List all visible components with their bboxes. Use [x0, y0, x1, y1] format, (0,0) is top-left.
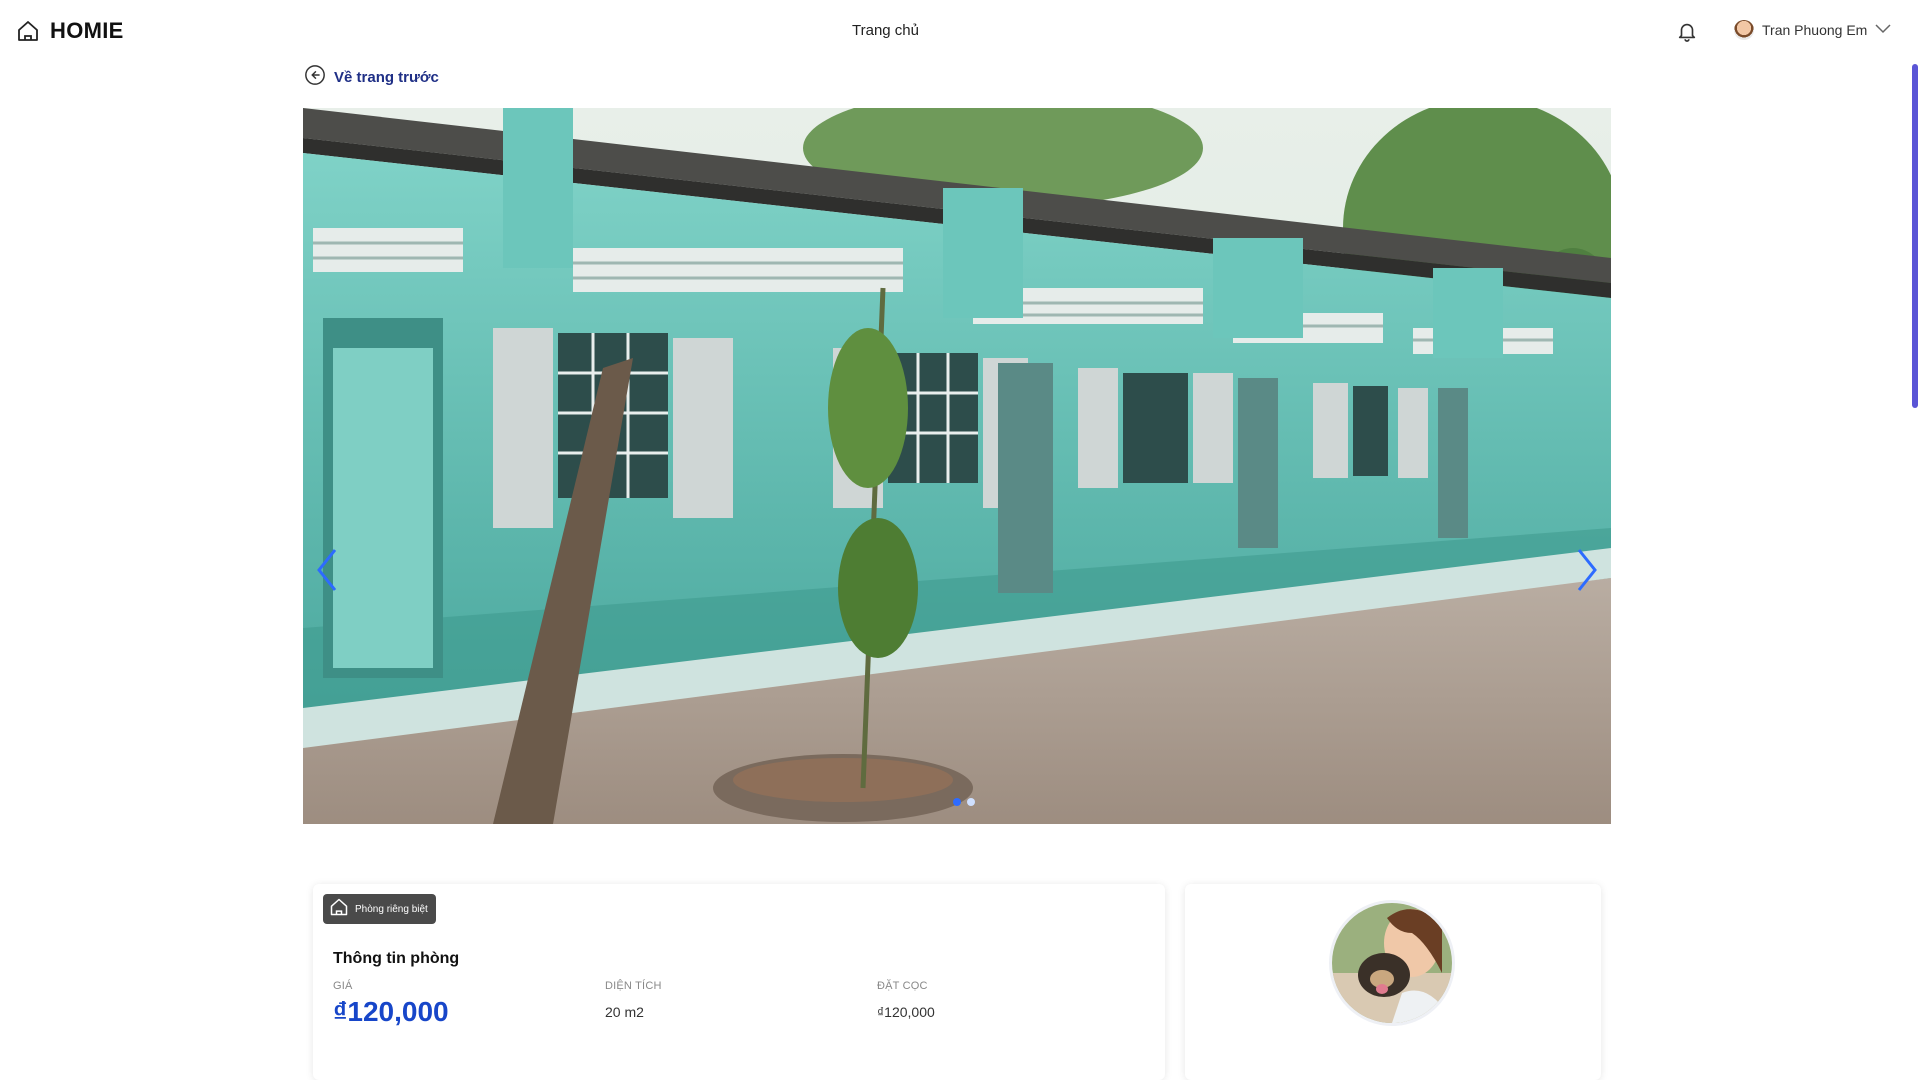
- top-header: HOMIE Trang chủ Tran Phuong Em: [0, 0, 1920, 62]
- carousel-dot[interactable]: [967, 798, 975, 806]
- owner-avatar[interactable]: [1329, 900, 1455, 1026]
- page-scrollbar[interactable]: [1912, 64, 1918, 408]
- logo[interactable]: HOMIE: [16, 18, 124, 44]
- logo-text: HOMIE: [50, 18, 124, 43]
- price-label: GIÁ: [333, 980, 353, 992]
- house-icon: [329, 897, 349, 922]
- back-link[interactable]: Về trang trước: [304, 64, 439, 91]
- back-link-label: Về trang trước: [334, 69, 439, 86]
- user-name: Tran Phuong Em: [1762, 22, 1868, 38]
- carousel-next-button[interactable]: [1575, 548, 1599, 597]
- room-photo: [303, 108, 1611, 824]
- price-field: GIÁ ₫120,000: [333, 980, 449, 1028]
- price-value: ₫120,000: [333, 996, 449, 1027]
- user-avatar: [1734, 20, 1754, 40]
- carousel-prev-button[interactable]: [315, 548, 339, 597]
- carousel-dot[interactable]: [953, 798, 961, 806]
- carousel-pagination: [953, 798, 975, 806]
- deposit-value: ₫120,000: [877, 1004, 935, 1020]
- room-type-badge: Phòng riêng biệt: [323, 894, 436, 924]
- owner-card: [1185, 884, 1601, 1080]
- area-field: DIỆN TÍCH 20 m2: [605, 980, 662, 1020]
- home-icon: [16, 19, 40, 43]
- deposit-field: ĐẶT CỌC ₫120,000: [877, 980, 935, 1020]
- arrow-left-circle-icon: [304, 64, 326, 91]
- room-info-title: Thông tin phòng: [333, 950, 460, 967]
- deposit-label: ĐẶT CỌC: [877, 980, 928, 992]
- area-label: DIỆN TÍCH: [605, 980, 662, 992]
- room-image-carousel[interactable]: [303, 108, 1611, 824]
- user-menu[interactable]: Tran Phuong Em: [1734, 20, 1891, 40]
- bell-icon[interactable]: [1676, 20, 1698, 47]
- nav-home-link[interactable]: Trang chủ: [852, 22, 919, 39]
- chevron-down-icon: [1875, 21, 1891, 39]
- room-info-card: Phòng riêng biệt Thông tin phòng GIÁ ₫12…: [313, 884, 1165, 1080]
- room-type-label: Phòng riêng biệt: [355, 903, 428, 915]
- area-value: 20 m2: [605, 1004, 644, 1020]
